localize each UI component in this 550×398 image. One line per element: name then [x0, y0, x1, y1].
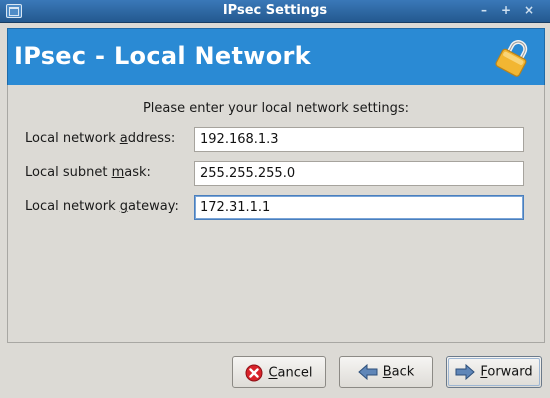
- instructions-text: Please enter your local network settings…: [142, 101, 410, 116]
- header-banner: IPsec - Local Network: [7, 28, 545, 87]
- minimize-button[interactable]: –: [475, 3, 493, 18]
- forward-arrow-icon: [455, 364, 476, 380]
- page-title: IPsec - Local Network: [14, 42, 311, 70]
- back-button[interactable]: Back: [339, 356, 433, 388]
- local-network-address-input[interactable]: [194, 127, 524, 152]
- window-title: IPsec Settings: [222, 3, 328, 18]
- maximize-button[interactable]: +: [497, 3, 515, 18]
- local-network-gateway-input[interactable]: [194, 195, 524, 220]
- close-button[interactable]: ×: [520, 3, 538, 18]
- local-network-address-label: Local network address:: [25, 131, 176, 146]
- back-arrow-icon: [357, 364, 378, 380]
- cancel-icon: [245, 364, 263, 382]
- title-bar: IPsec Settings – + ×: [0, 0, 550, 23]
- forward-button[interactable]: Forward: [446, 356, 542, 388]
- local-network-gateway-label: Local network gateway:: [25, 199, 179, 214]
- local-subnet-mask-input[interactable]: [194, 161, 524, 186]
- cancel-button[interactable]: Cancel: [232, 356, 326, 388]
- local-subnet-mask-label: Local subnet mask:: [25, 165, 151, 180]
- content-panel: Please enter your local network settings…: [7, 85, 545, 343]
- padlock-icon: [495, 40, 528, 77]
